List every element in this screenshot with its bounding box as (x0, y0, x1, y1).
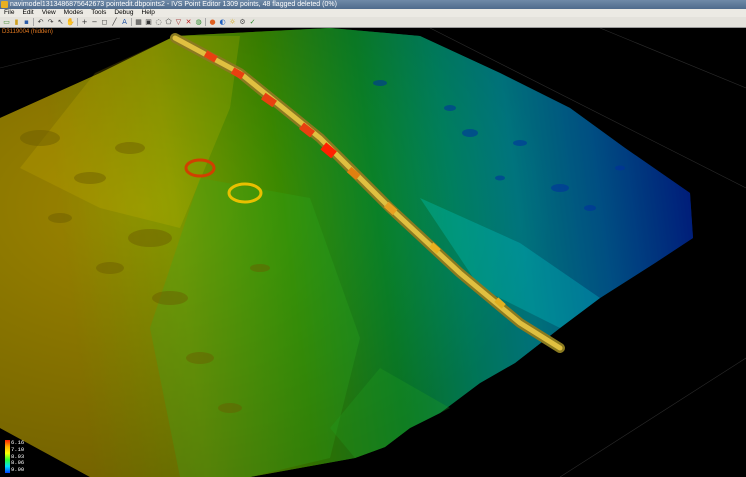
lasso-icon[interactable]: ◌ (154, 18, 163, 27)
menu-view[interactable]: View (38, 9, 60, 17)
restore-icon[interactable]: ◍ (194, 18, 203, 27)
menu-edit[interactable]: Edit (18, 9, 37, 17)
legend-value: 9.90 (11, 466, 25, 473)
delete-icon[interactable]: ✕ (184, 18, 193, 27)
toolbar-separator (205, 18, 206, 26)
menu-debug[interactable]: Debug (110, 9, 137, 17)
select-icon[interactable]: ↖ (56, 18, 65, 27)
accept-icon[interactable]: ✓ (248, 18, 257, 27)
hand-icon[interactable]: ✋ (66, 18, 75, 27)
title-bar[interactable]: navimodel1313486875642673 pointedit.dbpo… (0, 0, 746, 9)
filter-icon[interactable]: ▽ (174, 18, 183, 27)
polygon-icon[interactable]: ⬠ (164, 18, 173, 27)
menu-help[interactable]: Help (138, 9, 159, 17)
color-icon[interactable]: ● (208, 18, 217, 27)
fit-icon[interactable]: ◻ (100, 18, 109, 27)
point-editor-window: navimodel1313486875642673 pointedit.dbpo… (0, 0, 746, 477)
toolbar-separator (131, 18, 132, 26)
toolbar-separator (77, 18, 78, 26)
window-title: navimodel1313486875642673 pointedit.dbpo… (10, 1, 337, 8)
legend-values: 6.16 7.10 8.03 8.96 9.90 (11, 440, 24, 473)
measure-icon[interactable]: ╱ (110, 18, 119, 27)
point-cloud-view[interactable] (0, 28, 746, 477)
zoom-out-icon[interactable]: − (90, 18, 99, 27)
menu-bar: File Edit View Modes Tools Debug Help (0, 9, 746, 17)
hidden-object-label: D3119004 (hidden) (2, 29, 53, 35)
depth-color-legend: 6.16 7.10 8.03 8.96 9.90 (5, 440, 31, 473)
box-icon[interactable]: ▣ (144, 18, 153, 27)
app-icon (1, 1, 8, 8)
toolbar-separator (33, 18, 34, 26)
save-icon[interactable]: ▪ (22, 18, 31, 27)
open-icon[interactable]: ▮ (12, 18, 21, 27)
light-icon[interactable]: ☼ (228, 18, 237, 27)
legend-value: 7.10 (11, 445, 25, 453)
zoom-in-icon[interactable]: + (80, 18, 89, 27)
redo-icon[interactable]: ↷ (46, 18, 55, 27)
menu-file[interactable]: File (0, 9, 18, 17)
toolbar: ▭ ▮ ▪ ↶ ↷ ↖ ✋ + − ◻ ╱ A ▦ ▣ ◌ ⬠ ▽ ✕ ◍ ● ◐ ☼ ⚙ ✓ (0, 17, 746, 28)
menu-tools[interactable]: Tools (87, 9, 110, 17)
new-icon[interactable]: ▭ (2, 18, 11, 27)
text-icon[interactable]: A (120, 18, 129, 27)
palette-icon[interactable]: ◐ (218, 18, 227, 27)
legend-color-bar (5, 440, 10, 473)
menu-modes[interactable]: Modes (60, 9, 88, 17)
3d-viewport[interactable]: D3119004 (hidden) 6.16 7.10 8.03 8.96 9.90 (0, 28, 746, 477)
undo-icon[interactable]: ↶ (36, 18, 45, 27)
settings-icon[interactable]: ⚙ (238, 18, 247, 27)
grid-icon[interactable]: ▦ (134, 18, 143, 27)
